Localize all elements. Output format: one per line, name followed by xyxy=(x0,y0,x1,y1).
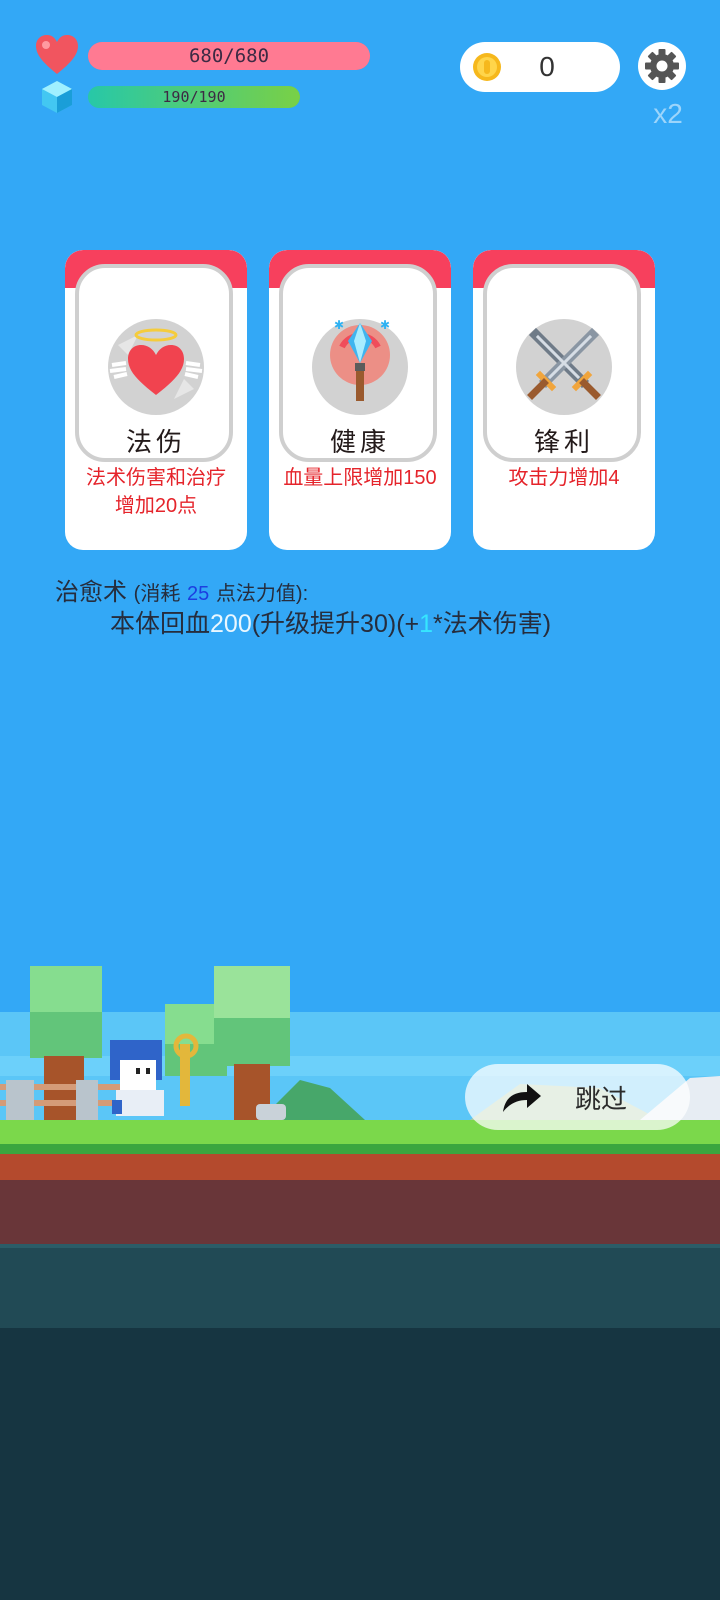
skill-name: 治愈术 xyxy=(55,579,127,606)
skill-effect-suffix: *法术伤害) xyxy=(433,610,552,638)
water-line xyxy=(0,1244,720,1248)
skill-effect-prefix: 本体回血 xyxy=(110,610,211,638)
speed-toggle[interactable]: x2 xyxy=(648,98,688,130)
water xyxy=(0,1248,720,1328)
forward-arrow-icon xyxy=(503,1084,541,1112)
card-title: 锋利 xyxy=(533,427,594,457)
coin-counter: 0 xyxy=(460,42,620,92)
skill-effect-value: 200 xyxy=(210,610,252,638)
skill-effect-ratio: 1 xyxy=(419,610,434,638)
hp-bar: 680/680 xyxy=(88,42,370,70)
coin-count: 0 xyxy=(539,51,555,82)
svg-text:✱: ✱ xyxy=(334,318,344,332)
skip-button[interactable]: 跳过 xyxy=(465,1064,690,1130)
deep-water xyxy=(0,1328,720,1600)
coin-icon xyxy=(473,53,501,81)
hero-sprite xyxy=(110,1033,199,1116)
card-description: 血量上限增加150 xyxy=(283,467,437,489)
fence-post xyxy=(76,1080,98,1120)
card-title: 健康 xyxy=(329,427,390,457)
skill-header: 治愈术 (消耗 25 点法力值): xyxy=(55,572,308,607)
winged-heart-icon xyxy=(108,319,204,415)
upgrade-card-sharpness[interactable]: 锋利 攻击力增加4 xyxy=(473,250,655,550)
rock xyxy=(256,1104,286,1120)
fence-post xyxy=(6,1080,34,1120)
gear-icon[interactable] xyxy=(638,42,686,90)
card-description: 法术伤害和治疗增加20点 xyxy=(86,467,226,517)
card-description: 攻击力增加4 xyxy=(508,467,620,489)
skill-cost-value: 25 xyxy=(187,583,210,605)
grass-edge xyxy=(0,1144,720,1154)
mp-bar: 190/190 xyxy=(88,86,300,108)
mp-text: 190/190 xyxy=(162,88,226,106)
crossed-swords-icon xyxy=(516,319,612,415)
skip-label: 跳过 xyxy=(575,1083,628,1114)
heart-icon xyxy=(36,35,78,74)
game-scene xyxy=(0,966,720,1600)
dirt xyxy=(0,1180,720,1244)
upgrade-card-health[interactable]: ✱ ✱ 健康 血量上限增加150 xyxy=(269,250,451,550)
skill-effect-mid: (升级提升30)(+ xyxy=(251,610,420,638)
skill-cost-prefix: (消耗 xyxy=(133,583,181,605)
skill-effect: 本体回血200(升级提升30)(+1*法术伤害) xyxy=(110,604,551,640)
svg-text:✱: ✱ xyxy=(380,318,390,332)
card-title: 法伤 xyxy=(125,427,186,457)
upgrade-card-spell-damage[interactable]: 法伤 法术伤害和治疗增加20点 xyxy=(65,250,247,550)
hp-text: 680/680 xyxy=(188,45,270,67)
skill-cost-suffix: 点法力值): xyxy=(215,583,309,605)
dirt-top xyxy=(0,1154,720,1180)
crystal-staff-icon: ✱ ✱ xyxy=(312,318,408,415)
crystal-icon xyxy=(42,81,72,113)
